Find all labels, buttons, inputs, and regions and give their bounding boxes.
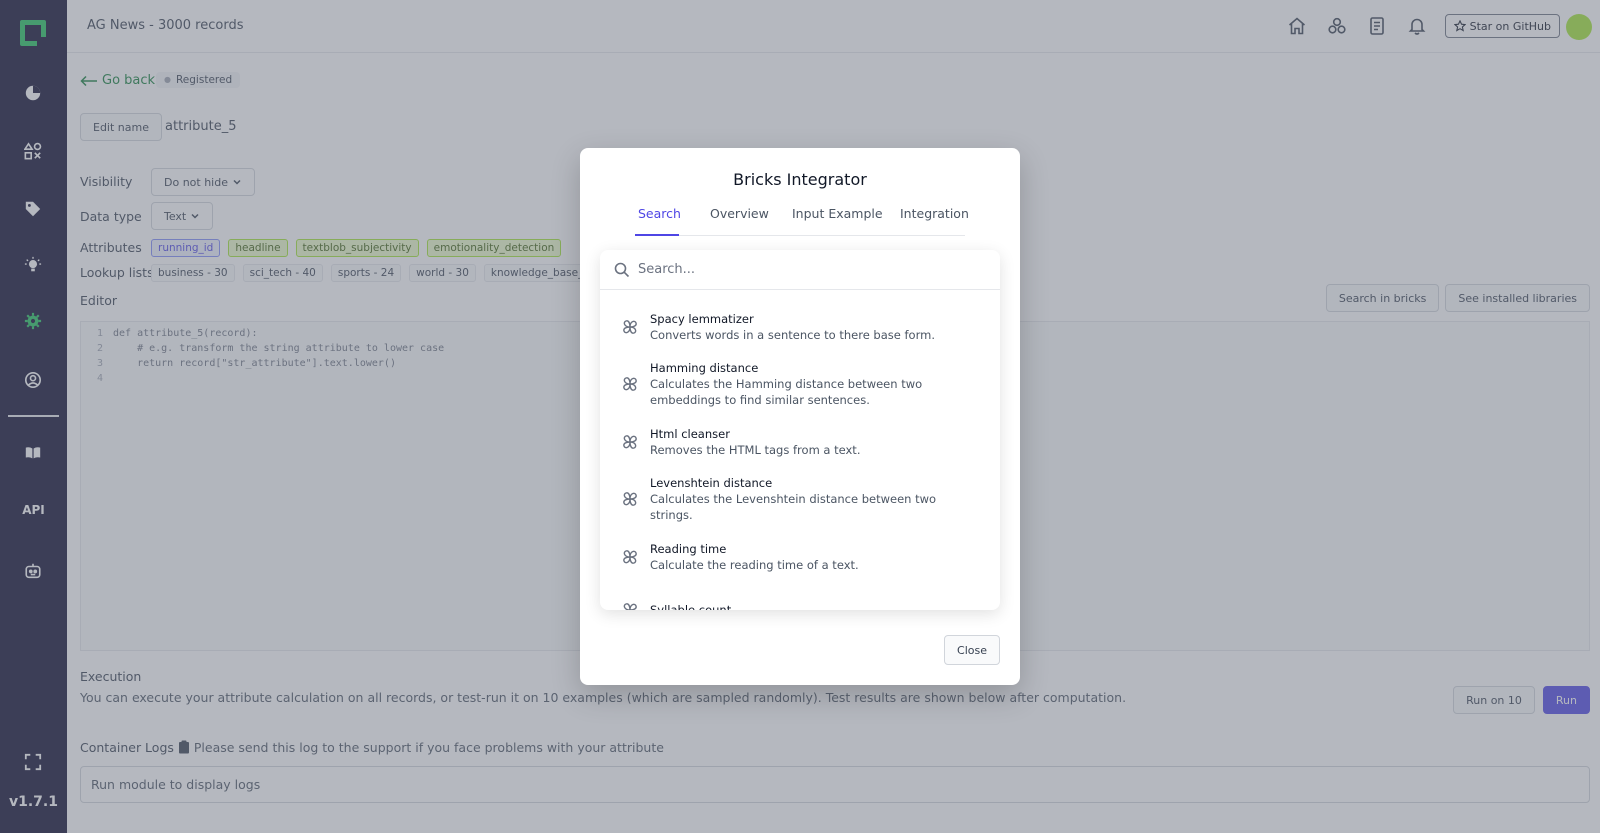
result-description: Removes the HTML tags from a text.	[650, 442, 861, 457]
search-results: Spacy lemmatizer Converts words in a sen…	[600, 290, 1000, 610]
bricks-icon	[623, 492, 637, 506]
bricks-icon	[623, 319, 637, 334]
tab-input-example[interactable]: Input Example	[792, 206, 883, 221]
tab-overview[interactable]: Overview	[710, 206, 769, 221]
list-item[interactable]: Html cleanser Removes the HTML tags from…	[600, 415, 1000, 468]
result-name: Levenshtein distance	[650, 476, 773, 490]
modal-tabs: Search Overview Input Example Integratio…	[635, 198, 969, 236]
bricks-icon	[623, 377, 637, 391]
tab-search[interactable]: Search	[638, 206, 681, 221]
search-icon	[614, 262, 630, 277]
active-tab-indicator	[635, 234, 679, 236]
modal-title: Bricks Integrator	[733, 170, 867, 189]
list-item[interactable]: Reading time Calculate the reading time …	[600, 530, 1000, 583]
bricks-icon	[623, 602, 637, 610]
close-button[interactable]: Close	[944, 635, 1000, 665]
bricks-icon	[623, 549, 637, 564]
list-item[interactable]: Levenshtein distance Calculates the Leve…	[600, 468, 1000, 530]
search-bar	[600, 250, 1000, 290]
result-description: Calculates the Hamming distance between …	[650, 377, 923, 407]
result-name: Reading time	[650, 541, 727, 556]
bricks-integrator-modal: Bricks Integrator Search Overview Input …	[580, 148, 1020, 685]
bricks-icon	[623, 434, 637, 449]
list-item[interactable]: Hamming distance Calculates the Hamming …	[600, 353, 1000, 415]
result-name: Spacy lemmatizer	[650, 311, 754, 326]
result-description: Converts words in a sentence to there ba…	[650, 327, 935, 342]
result-name: Syllable count	[650, 602, 732, 611]
result-description: Calculate the reading time of a text.	[650, 557, 859, 572]
search-panel: Spacy lemmatizer Converts words in a sen…	[600, 250, 1000, 610]
tab-integration[interactable]: Integration	[900, 206, 969, 221]
result-name: Hamming distance	[650, 361, 759, 375]
result-name: Html cleanser	[650, 426, 730, 441]
list-item[interactable]: Spacy lemmatizer Converts words in a sen…	[600, 300, 1000, 353]
list-item[interactable]: Syllable count	[600, 583, 1000, 610]
search-input[interactable]	[638, 262, 1000, 277]
result-description: Calculates the Levenshtein distance betw…	[650, 492, 937, 522]
